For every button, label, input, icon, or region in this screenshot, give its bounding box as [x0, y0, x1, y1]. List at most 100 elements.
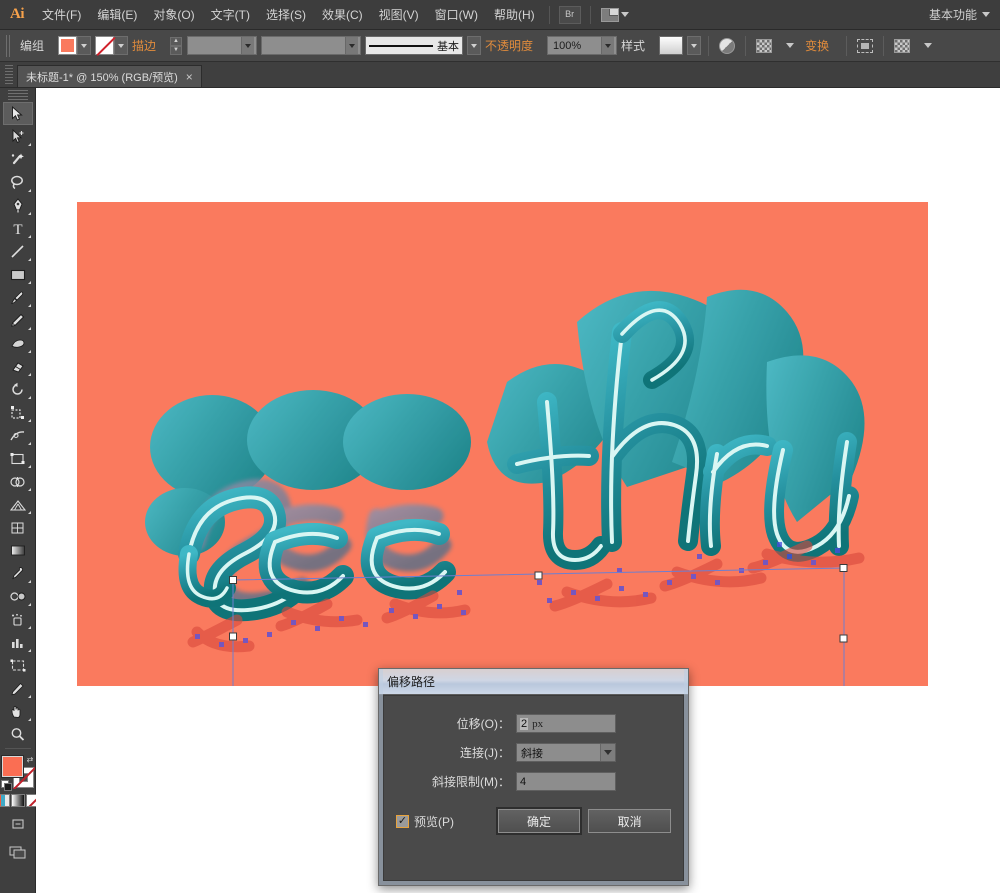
menu-bar: Ai 文件(F) 编辑(E) 对象(O) 文字(T) 选择(S) 效果(C) 视…: [0, 0, 1000, 30]
screen-mode-icon[interactable]: [5, 841, 31, 863]
perspective-grid-tool[interactable]: [3, 493, 33, 516]
mesh-tool[interactable]: [3, 516, 33, 539]
symbol-sprayer-tool[interactable]: [3, 608, 33, 631]
style-dropdown-icon[interactable]: [687, 36, 702, 55]
toolbar-fill-swatch[interactable]: [0, 755, 24, 778]
recolor-dropdown-icon[interactable]: [779, 36, 801, 56]
offset-path-dialog[interactable]: 偏移路径 位移(O)： 2 px 连接(J)： 斜接 斜接限制(M)： 4 ✓ …: [378, 668, 689, 886]
opacity-label[interactable]: 不透明度: [485, 37, 533, 54]
preview-checkbox[interactable]: ✓: [396, 814, 409, 828]
stroke-weight-field[interactable]: [187, 36, 258, 55]
default-fill-stroke-icon[interactable]: [0, 780, 12, 791]
preview-checkbox-wrap[interactable]: ✓ 预览(P): [396, 813, 490, 830]
stroke-profile-field[interactable]: [261, 36, 362, 55]
eyedropper-tool[interactable]: [3, 562, 33, 585]
brush-preview-line: [369, 44, 434, 47]
recolor-artwork-icon[interactable]: [753, 36, 775, 56]
stroke-weight-stepper[interactable]: ▲ ▼: [170, 36, 183, 55]
swap-fill-stroke-icon[interactable]: ⇄: [26, 755, 35, 764]
pen-tool[interactable]: [3, 194, 33, 217]
menu-item-help[interactable]: 帮助(H): [486, 2, 543, 27]
fill-swatch[interactable]: [58, 36, 78, 55]
menu-item-window[interactable]: 窗口(W): [427, 2, 486, 27]
paintbrush-tool[interactable]: [3, 286, 33, 309]
fill-swatch-control[interactable]: [58, 36, 92, 55]
tools-panel: T ⇄: [0, 88, 40, 893]
miter-limit-input[interactable]: 4: [516, 772, 616, 791]
dialog-title-bar[interactable]: 偏移路径: [379, 669, 688, 695]
selection-tool[interactable]: [2, 102, 33, 125]
zoom-tool[interactable]: [3, 723, 33, 746]
stroke-weight-label[interactable]: 描边: [132, 37, 156, 54]
rotate-tool[interactable]: [3, 378, 33, 401]
cancel-button[interactable]: 取消: [588, 809, 671, 833]
control-divider-4: [883, 35, 885, 56]
brush-dropdown-icon[interactable]: [467, 36, 482, 55]
tools-panel-grip[interactable]: [7, 90, 28, 100]
lasso-tool[interactable]: [3, 171, 33, 194]
magic-wand-tool[interactable]: [3, 148, 33, 171]
type-tool[interactable]: T: [3, 217, 33, 240]
joins-select[interactable]: 斜接: [516, 743, 616, 762]
artboard[interactable]: [77, 202, 928, 686]
ok-button[interactable]: 确定: [495, 807, 583, 835]
close-icon[interactable]: ×: [186, 71, 193, 83]
width-tool[interactable]: [3, 424, 33, 447]
line-segment-tool[interactable]: [3, 240, 33, 263]
graphic-style-swatch[interactable]: [659, 36, 684, 55]
opacity-field[interactable]: 100%: [547, 36, 618, 55]
blend-tool[interactable]: [3, 585, 33, 608]
rectangle-tool[interactable]: [3, 263, 33, 286]
menu-item-view[interactable]: 视图(V): [371, 2, 427, 27]
control-divider-1: [708, 35, 710, 56]
transform-label[interactable]: 变换: [805, 37, 829, 54]
blob-brush-tool[interactable]: [3, 332, 33, 355]
menu-item-type[interactable]: 文字(T): [203, 2, 258, 27]
menu-item-edit[interactable]: 编辑(E): [89, 2, 145, 27]
fill-dropdown-icon[interactable]: [77, 36, 92, 55]
artwork-see-thru[interactable]: [77, 202, 928, 686]
stroke-swatch[interactable]: [95, 36, 115, 55]
opacity-circle-icon[interactable]: [716, 36, 738, 56]
stroke-dropdown-icon[interactable]: [114, 36, 129, 55]
menu-item-file[interactable]: 文件(F): [34, 2, 89, 27]
hand-tool[interactable]: [3, 700, 33, 723]
app-logo-icon: Ai: [10, 6, 25, 22]
miter-limit-value: 4: [520, 775, 527, 788]
color-swatch-button[interactable]: [0, 794, 10, 807]
align-icon[interactable]: [854, 36, 876, 56]
menu-item-select[interactable]: 选择(S): [258, 2, 314, 27]
workspace-switcher[interactable]: 基本功能: [929, 6, 1000, 23]
menu-item-effect[interactable]: 效果(C): [314, 2, 371, 27]
shape-options-icon[interactable]: [891, 36, 913, 56]
tab-strip-grip[interactable]: [5, 65, 13, 85]
document-tab[interactable]: 未标题-1* @ 150% (RGB/预览) ×: [17, 65, 202, 87]
joins-row: 连接(J)： 斜接: [396, 743, 671, 762]
arrange-documents-icon[interactable]: [600, 7, 629, 22]
control-bar: 编组 描边 ▲ ▼ 基本 不透明度 100% 样式 变换: [0, 30, 1000, 62]
direct-selection-tool[interactable]: [3, 125, 33, 148]
dialog-footer: ✓ 预览(P) 确定 取消: [396, 807, 671, 835]
shape-builder-tool[interactable]: [3, 470, 33, 493]
gradient-tool[interactable]: [3, 539, 33, 562]
brush-definition-field[interactable]: 基本: [365, 36, 464, 55]
free-transform-tool[interactable]: [3, 447, 33, 470]
draw-normal-icon[interactable]: [5, 813, 31, 835]
shape-options-dropdown-icon[interactable]: [917, 36, 939, 56]
offset-value: 2: [520, 717, 529, 730]
control-bar-grip[interactable]: [6, 34, 12, 57]
scale-tool[interactable]: [3, 401, 33, 424]
offset-row: 位移(O)： 2 px: [396, 714, 671, 733]
chevron-down-icon[interactable]: [600, 744, 615, 761]
pencil-tool[interactable]: [3, 309, 33, 332]
offset-input[interactable]: 2 px: [516, 714, 616, 733]
slice-tool[interactable]: [3, 677, 33, 700]
bridge-icon[interactable]: Br: [558, 5, 581, 24]
control-divider-3: [846, 35, 848, 56]
eraser-tool[interactable]: [3, 355, 33, 378]
column-graph-tool[interactable]: [3, 631, 33, 654]
stroke-swatch-control[interactable]: [95, 36, 129, 55]
gradient-swatch-button[interactable]: [10, 794, 25, 807]
artboard-tool[interactable]: [3, 654, 33, 677]
menu-item-object[interactable]: 对象(O): [145, 2, 202, 27]
